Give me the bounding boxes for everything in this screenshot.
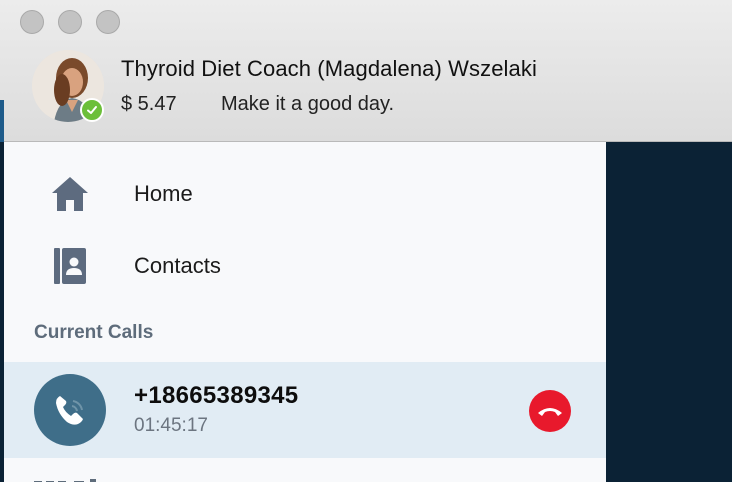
hang-up-button[interactable] xyxy=(529,390,571,432)
home-icon xyxy=(48,172,92,216)
contacts-book-icon xyxy=(48,244,92,288)
section-title-current-calls: Current Calls xyxy=(34,322,154,343)
profile-name: Thyroid Diet Coach (Magdalena) Wszelaki xyxy=(121,56,537,81)
online-status-icon xyxy=(80,98,104,122)
partial-section-title xyxy=(34,472,114,482)
call-number: +18665389345 xyxy=(134,382,299,409)
sidebar-item-contacts[interactable]: Contacts xyxy=(4,234,606,298)
window-controls xyxy=(20,10,120,34)
credit-balance[interactable]: $ 5.47 xyxy=(121,93,177,116)
sidebar: Home Contacts Current Calls +18665389345… xyxy=(4,142,606,482)
zoom-window-button[interactable] xyxy=(96,10,120,34)
sidebar-item-label: Home xyxy=(134,181,193,206)
hang-up-icon xyxy=(538,408,562,416)
window-header: Thyroid Diet Coach (Magdalena) Wszelaki … xyxy=(0,0,732,142)
phone-icon xyxy=(34,374,106,446)
sidebar-item-label: Contacts xyxy=(134,253,221,278)
sidebar-item-home[interactable]: Home xyxy=(4,162,606,226)
call-duration: 01:45:17 xyxy=(134,415,208,436)
window-left-edge xyxy=(0,100,4,142)
current-call-row[interactable]: +18665389345 01:45:17 xyxy=(4,362,606,458)
close-window-button[interactable] xyxy=(20,10,44,34)
minimize-window-button[interactable] xyxy=(58,10,82,34)
mood-message[interactable]: Make it a good day. xyxy=(221,93,394,116)
